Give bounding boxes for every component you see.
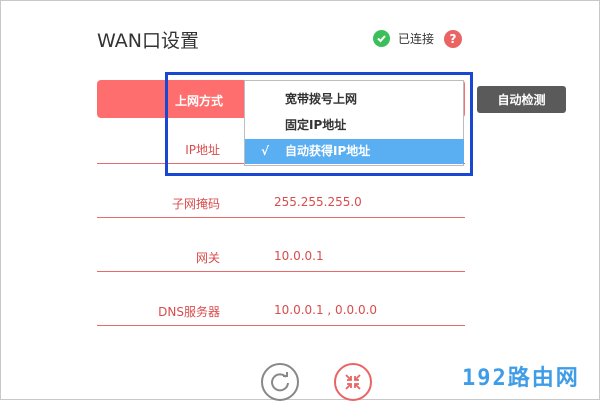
dns-server-label: DNS服务器 (158, 305, 220, 319)
collapse-icon (345, 374, 361, 390)
auto-detect-button[interactable]: 自动检测 (477, 86, 566, 113)
option-label: 固定IP地址 (285, 118, 347, 132)
refresh-icon (271, 372, 289, 392)
page-title: WAN口设置 (97, 30, 199, 52)
watermark-text: 192路由网 (462, 366, 580, 391)
check-icon (373, 30, 390, 47)
refresh-button[interactable] (261, 363, 299, 401)
gateway-label: 网关 (195, 251, 220, 265)
checkmark-icon: √ (261, 144, 270, 158)
option-dhcp[interactable]: √ 自动获得IP地址 (245, 139, 464, 164)
connection-mode-label: 上网方式 (175, 94, 224, 108)
subnet-mask-label: 子网掩码 (171, 197, 220, 211)
dns-server-value[interactable]: 10.0.0.1 , 0.0.0.0 (274, 303, 377, 317)
divider (97, 271, 465, 272)
collapse-button[interactable] (334, 363, 372, 401)
connection-mode-dropdown[interactable]: 宽带拨号上网 固定IP地址 √ 自动获得IP地址 (244, 80, 464, 166)
connection-status: 已连接 (373, 30, 434, 47)
option-label: 自动获得IP地址 (285, 144, 371, 158)
option-pppoe[interactable]: 宽带拨号上网 (245, 87, 464, 112)
divider (97, 325, 465, 326)
help-icon[interactable]: ? (444, 30, 462, 48)
ip-address-label: IP地址 (185, 143, 220, 157)
status-text: 已连接 (398, 32, 435, 46)
gateway-value[interactable]: 10.0.0.1 (274, 249, 324, 263)
option-label: 宽带拨号上网 (285, 92, 358, 106)
subnet-mask-value[interactable]: 255.255.255.0 (274, 195, 362, 209)
divider (97, 217, 465, 218)
option-static-ip[interactable]: 固定IP地址 (245, 113, 464, 138)
